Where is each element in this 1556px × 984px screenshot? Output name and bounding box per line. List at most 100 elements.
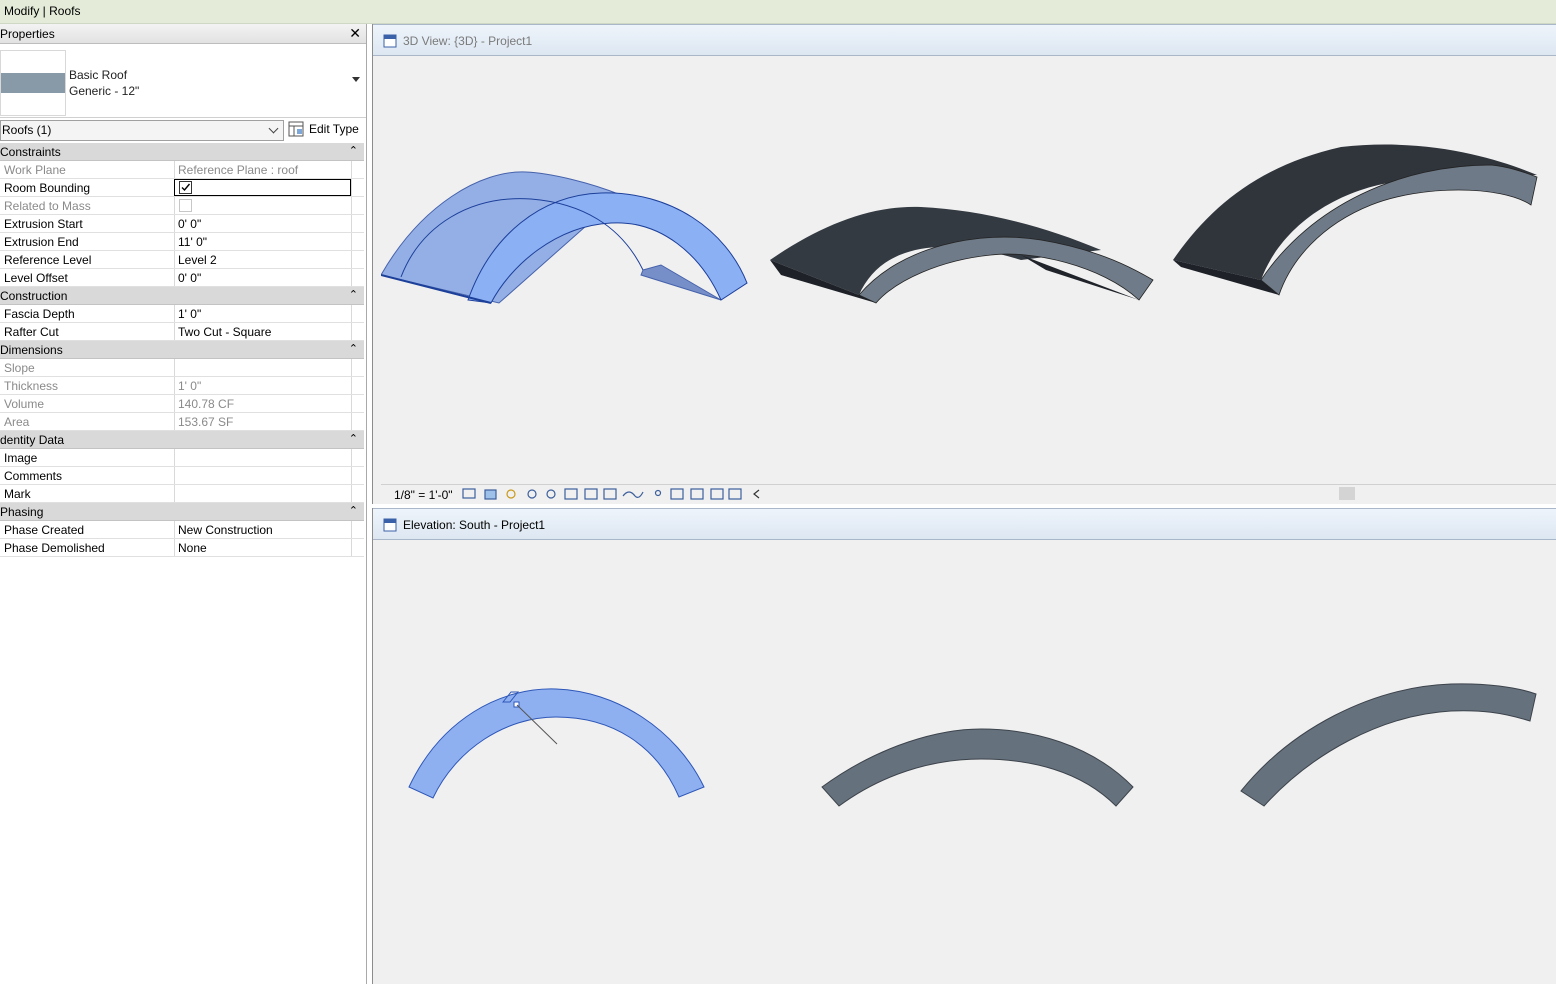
group-label: Dimensions [0, 343, 63, 357]
collapse-icon[interactable]: ⌃ [349, 432, 358, 445]
checkbox[interactable] [179, 181, 192, 194]
property-value-field[interactable]: 11' 0" [174, 233, 351, 250]
property-row-fascia-depth[interactable]: Fascia Depth 1' 0" [0, 305, 364, 323]
property-row-slope: Slope [0, 359, 364, 377]
property-value-field[interactable]: None [174, 539, 351, 556]
view-control-bar: 1/8" = 1'-0" [381, 484, 1556, 503]
group-label: Constraints [0, 145, 61, 159]
row-edge [351, 269, 364, 286]
group-header-construction[interactable]: Construction ⌃ [0, 287, 364, 305]
row-edge [351, 467, 364, 484]
row-edge [351, 305, 364, 322]
group-header-constraints[interactable]: Constraints ⌃ [0, 143, 364, 161]
property-value-field[interactable]: Level 2 [174, 251, 351, 268]
property-value-field[interactable]: 0' 0" [174, 269, 351, 286]
roof-middle-elevation[interactable] [821, 728, 1134, 807]
property-value-field[interactable]: 0' 0" [174, 215, 351, 232]
property-value: 11' 0" [178, 235, 208, 249]
close-icon[interactable]: ✕ [349, 25, 361, 42]
row-edge [351, 179, 364, 196]
property-row-level-offset[interactable]: Level Offset 0' 0" [0, 269, 364, 287]
edit-type-icon [288, 121, 304, 137]
property-value-field[interactable] [174, 485, 351, 502]
collapse-icon[interactable]: ⌃ [349, 342, 358, 355]
group-header-dentity-data[interactable]: dentity Data ⌃ [0, 431, 364, 449]
property-name: Mark [4, 487, 31, 501]
row-edge [351, 539, 364, 556]
property-row-extrusion-start[interactable]: Extrusion Start 0' 0" [0, 215, 364, 233]
view-title-bar[interactable]: Elevation: South - Project1 [373, 508, 1556, 540]
property-value: 1' 0" [178, 307, 202, 321]
property-row-extrusion-end[interactable]: Extrusion End 11' 0" [0, 233, 364, 251]
property-name: Rafter Cut [4, 325, 59, 339]
properties-header: Properties ✕ [0, 24, 366, 44]
property-name: Work Plane [4, 163, 66, 177]
property-value: 0' 0" [178, 217, 202, 231]
property-row-phase-demolished[interactable]: Phase Demolished None [0, 539, 364, 557]
property-row-phase-created[interactable]: Phase Created New Construction [0, 521, 364, 539]
group-header-phasing[interactable]: Phasing ⌃ [0, 503, 364, 521]
view-control-icons[interactable] [461, 486, 771, 502]
row-edge [351, 485, 364, 502]
roof-selected[interactable] [381, 171, 748, 304]
property-value: 1' 0" [178, 379, 202, 393]
model-canvas-elevation[interactable] [381, 539, 1556, 984]
view-title-bar[interactable]: 3D View: {3D} - Project1 [373, 24, 1556, 56]
roof-right[interactable] [1173, 144, 1538, 296]
property-value-field[interactable] [174, 467, 351, 484]
row-edge [351, 449, 364, 466]
collapse-icon[interactable]: ⌃ [349, 504, 358, 517]
property-name: Slope [4, 361, 35, 375]
property-name: Comments [4, 469, 63, 483]
property-name: Phase Demolished [4, 541, 105, 555]
view-elevation-south[interactable]: Elevation: South - Project1 [372, 508, 1556, 984]
collapse-icon[interactable]: ⌃ [349, 144, 358, 157]
row-edge [351, 197, 364, 214]
row-edge [351, 233, 364, 250]
collapse-icon[interactable]: ⌃ [349, 288, 358, 301]
property-row-image[interactable]: Image [0, 449, 364, 467]
row-edge [351, 521, 364, 538]
roof-middle[interactable] [770, 206, 1154, 304]
view-scale[interactable]: 1/8" = 1'-0" [394, 488, 453, 502]
property-row-reference-level[interactable]: Reference Level Level 2 [0, 251, 364, 269]
property-value-field[interactable] [174, 449, 351, 466]
property-row-comments[interactable]: Comments [0, 467, 364, 485]
type-preview-image [0, 50, 66, 116]
model-canvas-3d[interactable] [381, 55, 1556, 480]
property-value-field[interactable]: 1' 0" [174, 305, 351, 322]
property-value: Reference Plane : roof [178, 163, 299, 177]
property-value: New Construction [178, 523, 273, 537]
property-value-field[interactable] [174, 179, 351, 196]
property-row-area: Area 153.67 SF [0, 413, 364, 431]
edit-type-label: Edit Type [309, 122, 359, 136]
property-row-mark[interactable]: Mark [0, 485, 364, 503]
property-value: Two Cut - Square [178, 325, 272, 339]
instance-filter-dropdown[interactable]: Roofs (1) [0, 120, 284, 141]
roof-right-elevation[interactable] [1240, 683, 1537, 807]
type-family: Basic Roof [69, 68, 128, 82]
type-name-value: Generic - 12" [69, 84, 140, 98]
property-value: None [178, 541, 207, 555]
edit-type-button[interactable]: Edit Type [286, 120, 362, 140]
property-value-field [174, 359, 351, 376]
properties-grid: Constraints ⌃ Work Plane Reference Plane : … [0, 143, 364, 557]
property-name: Level Offset [4, 271, 68, 285]
property-row-room-bounding[interactable]: Room Bounding [0, 179, 364, 197]
type-selector[interactable]: Basic Roof Generic - 12" [0, 47, 366, 118]
chevron-down-icon[interactable] [352, 77, 360, 82]
row-edge [351, 323, 364, 340]
row-edge [351, 413, 364, 430]
property-value-field[interactable]: Two Cut - Square [174, 323, 351, 340]
group-header-dimensions[interactable]: Dimensions ⌃ [0, 341, 364, 359]
property-value-field[interactable]: New Construction [174, 521, 351, 538]
roof-selected-elevation[interactable] [408, 688, 705, 799]
property-row-work-plane: Work Plane Reference Plane : roof [0, 161, 364, 179]
scrollbar-thumb[interactable] [1339, 487, 1355, 500]
property-row-related-to-mass: Related to Mass [0, 197, 364, 215]
property-value: Level 2 [178, 253, 217, 267]
property-row-rafter-cut[interactable]: Rafter Cut Two Cut - Square [0, 323, 364, 341]
context-title-text: Modify | Roofs [4, 4, 81, 18]
properties-palette: Properties ✕ Basic Roof Generic - 12" Ro… [0, 24, 367, 984]
view-3d[interactable]: 3D View: {3D} - Project1 1/8" = 1'-0" [372, 24, 1556, 504]
